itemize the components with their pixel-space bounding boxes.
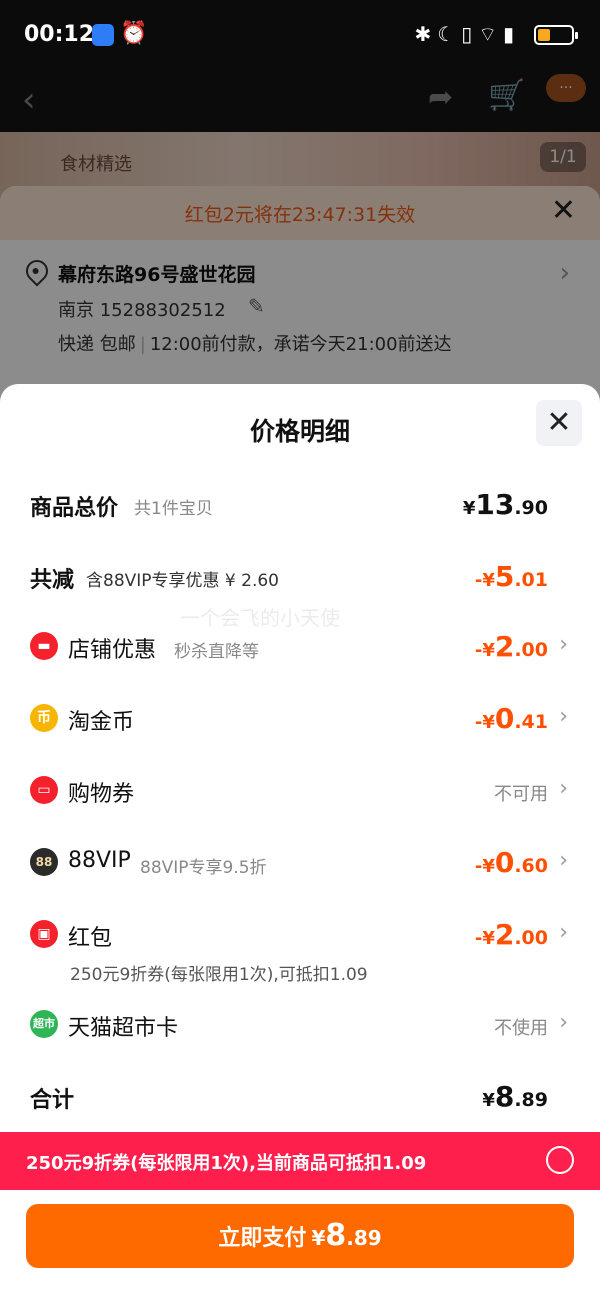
status-bar: 00:12 ⏰ ✱☾▯⌔▮ — [0, 0, 600, 70]
chevron-right-icon[interactable]: › — [559, 848, 568, 873]
store-icon: ▬ — [30, 632, 58, 660]
watermark: 一个会飞的小天使 — [180, 606, 340, 630]
close-button[interactable]: ✕ — [536, 400, 582, 446]
row-amount: -¥0.41 — [474, 702, 548, 735]
total-label: 合计 — [30, 1088, 75, 1113]
pay-label: 立即支付 — [218, 1226, 307, 1251]
pay-currency: ¥ — [311, 1226, 326, 1250]
row-amount: -¥0.60 — [474, 846, 548, 879]
app-notification-icon — [92, 24, 114, 46]
row-label: 淘金币 — [68, 710, 135, 735]
pay-amount-dec: .89 — [346, 1226, 382, 1250]
row-label: 红包 — [68, 926, 113, 951]
row-amount: -¥2.00 — [474, 918, 548, 951]
row-label: 购物券 — [68, 782, 135, 807]
row-amount: ¥13.90 — [462, 488, 548, 521]
status-time: 00:12 — [24, 22, 95, 47]
chevron-right-icon[interactable]: › — [559, 704, 568, 729]
coupon-select-bar[interactable]: 250元9折券(每张限用1次),当前商品可抵扣1.09 — [0, 1132, 600, 1190]
sheet-title: 价格明细 — [249, 417, 350, 446]
chevron-right-icon[interactable]: › — [559, 920, 568, 945]
row-label: 店铺优惠 — [68, 638, 157, 663]
row-label: 88VIP — [68, 848, 131, 873]
voucher-icon: ▭ — [30, 776, 58, 804]
row-label: 共减 — [30, 568, 75, 593]
chevron-right-icon[interactable]: › — [559, 1010, 568, 1035]
price-detail-sheet: 价格明细 ✕ 一个会飞的小天使 商品总价 共1件宝贝 ¥13.90 共减 含88… — [0, 384, 600, 1291]
row-status: 不使用 — [494, 1018, 548, 1039]
alarm-icon: ⏰ — [120, 21, 148, 46]
battery-icon — [534, 25, 578, 45]
pay-now-button[interactable]: 立即支付 ¥8.89 — [26, 1204, 574, 1268]
coupon-bar-text: 250元9折券(每张限用1次),当前商品可抵扣1.09 — [26, 1153, 427, 1174]
row-amount: -¥5.01 — [474, 560, 548, 593]
coin-icon: 币 — [30, 704, 58, 732]
coupon-radio[interactable] — [546, 1146, 574, 1174]
total-amount: ¥8.89 — [482, 1080, 548, 1113]
row-status: 不可用 — [494, 784, 548, 805]
chevron-right-icon[interactable]: › — [559, 776, 568, 801]
status-icons: ✱☾▯⌔▮ — [414, 22, 520, 46]
red-packet-note: 250元9折券(每张限用1次),可抵扣1.09 — [70, 965, 368, 985]
red-packet-icon: ▣ — [30, 920, 58, 948]
row-sub: 共1件宝贝 — [134, 499, 213, 519]
pay-amount-int: 8 — [325, 1218, 347, 1253]
row-sub: 含88VIP专享优惠 ¥ 2.60 — [86, 571, 280, 591]
row-label: 商品总价 — [30, 496, 119, 521]
chevron-right-icon[interactable]: › — [559, 632, 568, 657]
row-amount: -¥2.00 — [474, 630, 548, 663]
tmall-supermarket-card-icon: 超市 — [30, 1010, 58, 1038]
row-label: 天猫超市卡 — [68, 1016, 179, 1041]
row-sub: 秒杀直降等 — [174, 642, 259, 662]
row-sub: 88VIP专享9.5折 — [140, 858, 267, 878]
vip-88-icon: 88 — [30, 848, 58, 876]
